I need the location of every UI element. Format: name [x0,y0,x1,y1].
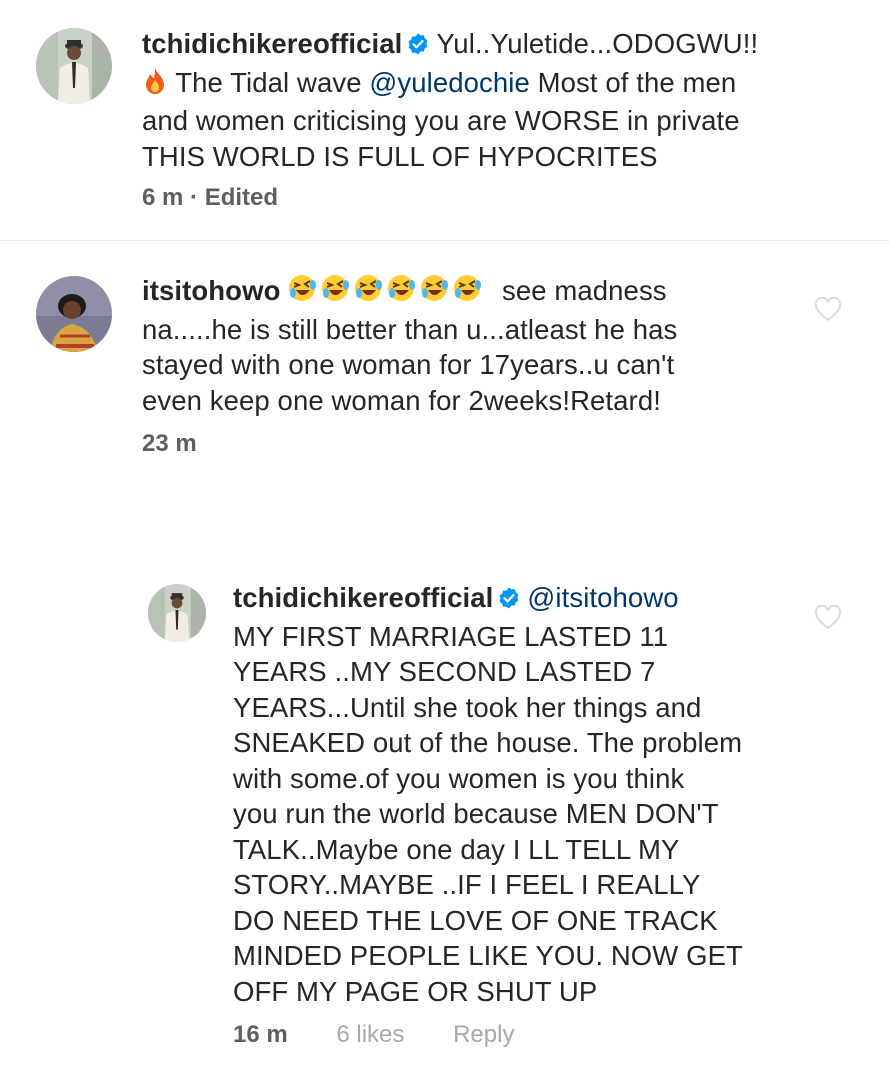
fire-emoji-icon [142,67,168,104]
like-heart-icon[interactable] [814,605,842,631]
reply-line: STORY..MAYBE ..IF I FEEL I REALLY [233,869,701,900]
comment-1-time: 6 m [142,184,184,211]
comment-2-meta: 23 m [142,430,197,458]
reply-line: SNEAKED out of the house. The problem [233,727,743,758]
reply-username[interactable]: tchidichikereofficial [233,582,493,613]
meta-separator: · [183,184,205,211]
comment-1-prefix: Yul..Yuletide...ODOGWU!! [436,28,759,59]
comment-2-line-4: even keep one woman for 2weeks!Retard! [142,384,661,416]
reply-line: OFF MY PAGE OR SHUT UP [233,975,598,1007]
comment-2-text: itsitohowo see madness na.....he is stil… [142,273,822,418]
reply-line: DO NEED THE LOVE OF ONE TRACK [233,904,718,936]
reply-time: 16 m [233,1021,288,1048]
comment-divider [0,240,889,241]
comment-2-line-2: na.....he is still better than u...atlea… [142,313,678,345]
reply-line: MY FIRST MARRIAGE LASTED 11 [233,620,669,652]
reply-meta: 16 m 6 likes Reply [233,1021,514,1049]
like-heart-icon[interactable] [814,297,842,323]
avatar-itsitohowo[interactable] [36,276,112,352]
avatar-tchidichikereofficial-reply[interactable] [148,584,206,642]
mention-link-itsitohowo[interactable]: @itsitohowo [527,582,678,613]
reply-line: YEARS ..MY SECOND LASTED 7 [233,656,656,687]
reply-text: tchidichikereofficial @itsitohowo MY FIRS… [233,580,853,1009]
comment-1-edited-label[interactable]: Edited [205,184,278,211]
comment-1-line-2: and women criticising you are WORSE in p… [142,105,740,136]
reply-line: YEARS...Until she took her things and [233,691,702,723]
comment-2-line-1-rest: see madness [494,275,667,306]
comment-1-line-3: THIS WORLD IS FULL OF HYPOCRITES [142,140,658,172]
reply-line: you run the world because MEN DON'T [233,798,719,829]
mention-link-yuledochie[interactable]: @yuledochie [369,67,530,98]
verified-badge-icon [497,583,521,619]
reply-line: TALK..Maybe one day I LL TELL MY [233,833,680,865]
reply-likes-count[interactable]: 6 likes [336,1021,404,1048]
comment-1-meta: 6 m · Edited [142,184,278,212]
comment-1-username[interactable]: tchidichikereofficial [142,28,402,59]
avatar-tchidichikereofficial[interactable] [36,28,112,104]
comment-2-time: 23 m [142,430,197,457]
comment-1-text: tchidichikereofficial Yul..Yuletide...ODO… [142,26,842,174]
verified-badge-icon [406,29,430,65]
comment-2-username[interactable]: itsitohowo [142,275,280,306]
reply-line: with some.of you women is you think [233,762,685,794]
reply-line: MINDED PEOPLE LIKE YOU. NOW GET [233,940,743,971]
comment-2-line-3: stayed with one woman for 17years..u can… [142,349,675,380]
comment-1-text-before-mention: The Tidal wave [168,66,370,98]
comment-1-text-after-mention: Most of the men [529,66,737,98]
rofl-emoji-icon [288,273,494,312]
reply-button[interactable]: Reply [453,1021,514,1048]
